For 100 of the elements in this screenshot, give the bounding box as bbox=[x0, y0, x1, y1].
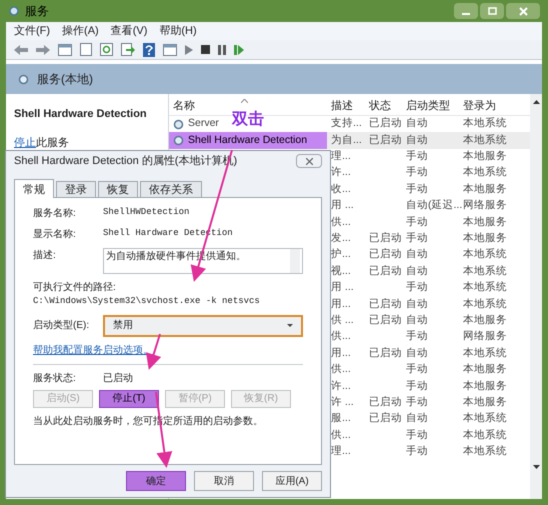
table-cell-text: 本地系统 bbox=[463, 116, 507, 132]
table-cell-text: 本地服务 bbox=[463, 231, 507, 246]
tab[interactable]: 登录 bbox=[56, 181, 96, 197]
restart-icon[interactable] bbox=[234, 44, 244, 54]
table-cell-text: 视... bbox=[331, 264, 351, 279]
table-cell-text: 手动 bbox=[406, 165, 428, 180]
dialog-button[interactable]: 应用(A) bbox=[262, 471, 322, 491]
table-cell-text: 本地服务 bbox=[463, 182, 507, 197]
console-icon[interactable] bbox=[58, 44, 72, 56]
column-header[interactable]: 登录为 bbox=[459, 98, 523, 115]
table-cell-text: 自动 bbox=[406, 116, 428, 132]
field-value: ShellHWDetection bbox=[103, 206, 190, 219]
column-header[interactable]: 描述 bbox=[327, 98, 365, 115]
table-cell-text: 收... bbox=[331, 182, 351, 197]
play-icon[interactable] bbox=[185, 44, 193, 54]
forward-icon[interactable] bbox=[36, 44, 50, 54]
table-cell-text: 供... bbox=[331, 214, 351, 230]
table-cell-text: 自动 bbox=[406, 132, 428, 148]
table-cell-text: 已启动 bbox=[369, 264, 402, 279]
scrollbar[interactable] bbox=[290, 249, 300, 273]
close-icon[interactable] bbox=[506, 3, 540, 19]
table-cell-text: 手动 bbox=[406, 428, 428, 443]
dialog-button[interactable]: 确定 bbox=[126, 471, 186, 491]
column-header[interactable]: 状态 bbox=[365, 98, 402, 115]
startup-type-dropdown[interactable]: 禁用 bbox=[103, 314, 303, 336]
table-cell-text: 许... bbox=[331, 165, 351, 180]
service-title: Shell Hardware Detection bbox=[14, 107, 148, 122]
table-cell-text: 本地系统 bbox=[463, 444, 507, 460]
close-icon[interactable] bbox=[296, 154, 322, 168]
maximize-icon[interactable] bbox=[480, 3, 504, 19]
tab[interactable]: 依存关系 bbox=[140, 181, 202, 197]
help-link[interactable]: 帮助我配置服务启动选项。 bbox=[33, 342, 303, 358]
table-cell-text: 本地系统 bbox=[463, 280, 507, 296]
table-cell-text: 本地系统 bbox=[463, 247, 507, 262]
table-cell-text: 已启动 bbox=[369, 296, 402, 312]
document-icon[interactable] bbox=[80, 43, 92, 56]
table-cell-text: 自动 bbox=[406, 296, 428, 312]
table-cell-text: 供 ... bbox=[331, 313, 354, 328]
table-cell-text: 手动 bbox=[406, 329, 428, 344]
table-cell-text: 本地服务 bbox=[463, 378, 507, 394]
table-cell-text: 手动 bbox=[406, 444, 428, 460]
menu-item[interactable]: 文件(F) bbox=[14, 22, 50, 40]
table-cell-text: 本地系统 bbox=[463, 296, 507, 312]
scroll-down-icon[interactable] bbox=[532, 465, 540, 469]
table-cell-text: 手动 bbox=[406, 280, 428, 296]
scroll-up-icon[interactable] bbox=[532, 100, 540, 104]
table-cell-text: 自动 bbox=[406, 346, 428, 361]
table-cell-text: 手动 bbox=[406, 149, 428, 164]
table-cell-text: 发... bbox=[331, 231, 351, 246]
tab[interactable]: 常规 bbox=[14, 179, 54, 198]
table-cell-text: 已启动 bbox=[369, 394, 402, 410]
table-cell-text: 已启动 bbox=[369, 313, 402, 328]
table-cell-text: 自动 bbox=[406, 313, 428, 328]
table-cell-text: 已启动 bbox=[369, 132, 402, 148]
service-button[interactable]: 停止(T) bbox=[99, 390, 159, 408]
table-cell-text: 本地服务 bbox=[463, 149, 507, 164]
table-cell-text: 手动 bbox=[406, 378, 428, 394]
table-cell-text: 用... bbox=[331, 296, 351, 312]
table-cell-text: 本地系统 bbox=[463, 165, 507, 180]
table-cell-text: 手动 bbox=[406, 394, 428, 410]
table-cell-text: 护... bbox=[331, 247, 351, 262]
table-cell-text: 已启动 bbox=[369, 247, 402, 262]
startup-type-label: 启动类型(E): bbox=[33, 318, 90, 333]
menu-item[interactable]: 查看(V) bbox=[110, 22, 148, 40]
table-cell-text: 本地服务 bbox=[463, 214, 507, 230]
console-icon[interactable] bbox=[163, 44, 177, 56]
table-cell-text: 许 ... bbox=[331, 394, 354, 410]
table-cell-text: 用... bbox=[331, 346, 351, 361]
table-cell-text: 已启动 bbox=[369, 116, 402, 132]
menu-item[interactable]: 操作(A) bbox=[62, 22, 99, 40]
table-cell-text: 自动 bbox=[406, 247, 428, 262]
table-cell-text: 支持... bbox=[331, 116, 362, 132]
table-cell-text: 理... bbox=[331, 149, 351, 164]
help-icon[interactable] bbox=[143, 42, 155, 56]
minimize-icon[interactable] bbox=[454, 3, 478, 19]
table-cell-text: 用 ... bbox=[331, 280, 354, 296]
annotation-arrow bbox=[146, 334, 162, 370]
scrollbar[interactable] bbox=[530, 94, 542, 499]
tab[interactable]: 恢复 bbox=[98, 181, 138, 197]
stop-link[interactable]: 停止 bbox=[14, 136, 36, 148]
dialog-button[interactable]: 取消 bbox=[194, 471, 254, 491]
column-header[interactable]: 启动类型 bbox=[402, 98, 459, 115]
table-cell-text: 手动 bbox=[406, 182, 428, 197]
pause-icon[interactable] bbox=[218, 44, 226, 54]
service-status-value: 已启动 bbox=[103, 372, 133, 386]
window-title: 服务 bbox=[25, 3, 49, 20]
table-cell-text: 本地服务 bbox=[463, 313, 507, 328]
gear-icon bbox=[173, 135, 184, 146]
export-icon[interactable] bbox=[121, 43, 135, 56]
table-cell-text: 本地系统 bbox=[463, 264, 507, 279]
row-highlight[interactable]: Shell Hardware Detection bbox=[169, 132, 327, 149]
gear-icon bbox=[8, 4, 21, 18]
refresh-icon[interactable] bbox=[100, 43, 113, 56]
menu-item[interactable]: 帮助(H) bbox=[159, 22, 197, 40]
table-cell-text: 自动 bbox=[406, 411, 428, 426]
table-cell-text: 供... bbox=[331, 329, 351, 344]
table-cell-text: 供... bbox=[331, 428, 351, 443]
dropdown-caret-icon[interactable] bbox=[287, 324, 293, 327]
back-icon[interactable] bbox=[14, 44, 28, 54]
table-cell-text: 已启动 bbox=[369, 231, 402, 246]
